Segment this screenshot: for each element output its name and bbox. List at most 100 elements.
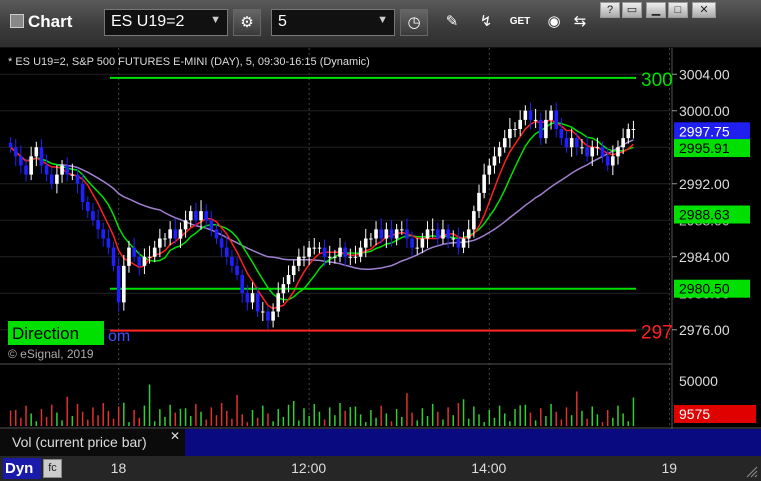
fc-icon[interactable]: fc <box>43 459 62 478</box>
line-chart-icon: ↯ <box>479 13 493 30</box>
gear-icon: ⚙ <box>240 14 254 31</box>
minimize-icon: ▁ <box>651 4 661 16</box>
app-title: Chart <box>10 12 72 32</box>
candle-body <box>137 256 142 266</box>
candle-body <box>523 110 528 120</box>
candle-body <box>616 147 620 157</box>
candle-body <box>477 192 481 212</box>
direction-label: Direction <box>12 324 79 343</box>
candle-body <box>91 211 95 221</box>
candle-body <box>245 293 250 303</box>
candle-body <box>353 256 358 258</box>
candle-body <box>173 229 178 239</box>
restore-button[interactable]: ▭ <box>622 2 642 18</box>
candle-body <box>611 156 615 166</box>
price-tick-label: 2976.00 <box>679 322 730 338</box>
candle-body <box>482 174 486 193</box>
candle-body <box>327 256 332 258</box>
candle-body <box>317 247 322 249</box>
level-edge-label: 297 <box>641 323 673 344</box>
candle-body <box>132 247 136 257</box>
candle-body <box>626 129 631 139</box>
candle-body <box>559 129 564 139</box>
candle-body <box>219 238 224 248</box>
candle-body <box>122 265 126 303</box>
candle-body <box>446 229 450 239</box>
candle-body <box>261 311 265 313</box>
maximize-button[interactable]: □ <box>668 2 688 18</box>
candle-body <box>65 165 69 175</box>
candle-body <box>580 147 584 149</box>
candle-body <box>348 256 353 258</box>
time-axis-label: 18 <box>110 460 127 476</box>
candle-body <box>142 256 147 266</box>
candle-body <box>374 229 378 239</box>
candle-body <box>240 275 245 294</box>
help-button[interactable]: ? <box>600 2 620 18</box>
candle-body <box>379 229 383 239</box>
om-text: om <box>108 328 130 345</box>
price-tick-label: 2984.00 <box>679 249 730 265</box>
candle-body <box>430 229 435 231</box>
resize-grip-icon[interactable] <box>742 462 758 478</box>
level-edge-label: 300 <box>641 70 673 91</box>
candle-body <box>250 293 255 303</box>
cursor-button[interactable]: ◉ <box>540 9 568 36</box>
candle-body <box>49 174 54 184</box>
candle-body <box>44 165 49 175</box>
candle-body <box>34 147 39 157</box>
candle-body <box>235 265 239 275</box>
candle-body <box>569 138 574 148</box>
candle-body <box>436 229 440 239</box>
candle-body <box>204 211 208 221</box>
clock-icon: ◷ <box>407 14 421 31</box>
candle-body <box>75 174 80 184</box>
time-template-button[interactable]: ◷ <box>400 9 428 36</box>
symbol-input[interactable]: ES U19=2 ▼ <box>104 9 228 36</box>
candle-body <box>214 229 219 239</box>
candle-body <box>487 165 492 175</box>
candle-body <box>343 247 347 257</box>
volume-badge-label: 9575 <box>679 406 710 422</box>
candle-body <box>271 311 275 321</box>
candle-body <box>230 256 234 266</box>
candle-body <box>85 202 90 212</box>
candle-body <box>405 229 409 239</box>
price-badge-label: 2995.91 <box>679 140 730 156</box>
candle-body <box>502 138 507 148</box>
interval-input[interactable]: 5 ▼ <box>271 9 395 36</box>
candle-body <box>389 229 394 239</box>
candle-body <box>538 119 543 139</box>
candle-body <box>369 238 373 240</box>
candle-body <box>461 238 466 248</box>
candle-body <box>605 156 610 166</box>
candle-body <box>255 293 260 312</box>
dynamic-mode-button[interactable]: Dyn <box>3 458 41 479</box>
candle-body <box>518 119 522 129</box>
settings-gear-button[interactable]: ⚙ <box>233 9 261 36</box>
volume-tick-label: 50000 <box>679 373 718 389</box>
candle-body <box>80 183 85 202</box>
get-button[interactable]: GET <box>506 9 534 36</box>
candle-body <box>60 165 64 175</box>
candle-body <box>291 265 296 275</box>
candle-body <box>384 229 389 239</box>
close-pane-icon: ✕ <box>170 429 180 443</box>
pencil-icon: ✎ <box>445 13 459 30</box>
link-button[interactable]: ⇆ <box>566 9 594 36</box>
candle-body <box>307 247 311 257</box>
minimize-button[interactable]: ▁ <box>646 2 666 18</box>
draw-tools-button[interactable]: ✎ <box>438 9 466 36</box>
title-bar: Chart ES U19=2 ▼ ⚙ 5 ▼ ◷ ✎ ↯ GET ◉ ⇆ ? ▭ ▁… <box>0 0 761 48</box>
price-chart[interactable]: Vol (current price bar) ✕ 3004.00 3000.00 29… <box>0 48 761 456</box>
candle-body <box>312 247 317 249</box>
candle-body <box>508 129 512 139</box>
candle-body <box>554 110 559 129</box>
price-tick-label: 2992.00 <box>679 176 730 192</box>
candle-body <box>631 129 636 130</box>
close-button[interactable]: ✕ <box>692 2 716 18</box>
candle-body <box>101 229 106 239</box>
candle-body <box>585 147 589 157</box>
watermark: © eSignal, 2019 <box>8 347 94 361</box>
studies-button[interactable]: ↯ <box>472 9 500 36</box>
